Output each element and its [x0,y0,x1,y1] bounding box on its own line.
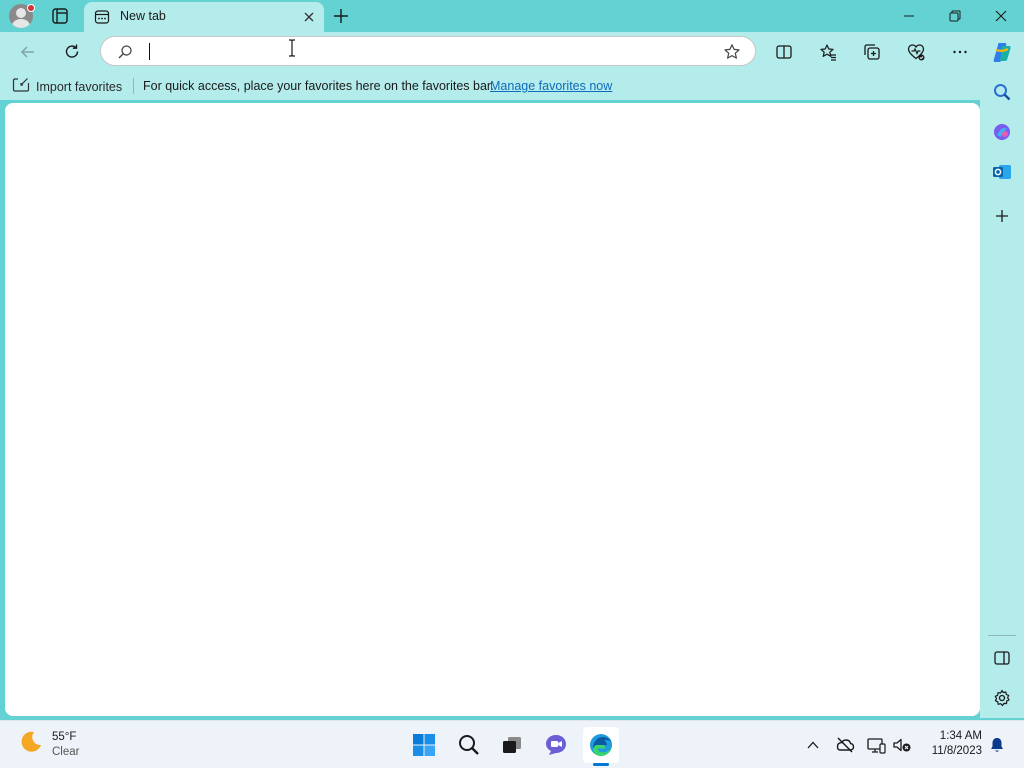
new-tab-button[interactable] [331,6,351,26]
address-input[interactable] [153,41,713,61]
import-favorites-button[interactable]: Import favorites [12,77,122,96]
search-icon [117,44,133,60]
clock-time: 1:34 AM [939,730,982,742]
volume-muted-icon[interactable] [892,735,912,755]
back-button[interactable] [14,38,42,66]
network-icon[interactable] [866,735,886,755]
split-screen-button[interactable] [770,38,798,66]
tab-title: New tab [120,9,166,23]
taskbar-search-button[interactable] [451,727,487,763]
close-tab-icon[interactable] [302,10,316,24]
tab-new-tab[interactable]: New tab [84,2,324,32]
weather-condition: Clear [52,745,80,758]
minimize-button[interactable] [886,0,932,32]
refresh-button[interactable] [58,38,86,66]
sidebar-settings-icon[interactable] [990,686,1014,710]
start-button[interactable] [406,727,442,763]
import-icon [12,77,30,96]
notification-dot [27,4,35,12]
sidebar-divider [988,635,1016,636]
notification-bell-icon[interactable] [987,735,1007,755]
title-bar: New tab [0,0,1024,32]
onedrive-offline-icon[interactable] [835,735,855,755]
sidebar-search-icon[interactable] [990,80,1014,104]
copilot-button[interactable] [988,38,1016,66]
new-tab-page-icon [94,9,110,25]
address-bar[interactable] [100,36,756,66]
sidebar-add-icon[interactable] [990,204,1014,228]
active-app-indicator [593,763,609,766]
navigation-toolbar [0,32,1024,72]
manage-favorites-link[interactable]: Manage favorites now [490,79,612,93]
i-beam-cursor-icon [287,39,297,57]
taskbar: 55°F Clear 1:34 AM 11/8/2023 [0,720,1024,768]
more-options-button[interactable] [946,38,974,66]
close-window-button[interactable] [978,0,1024,32]
collections-button[interactable] [858,38,886,66]
favorites-bar: Import favorites For quick access, place… [0,72,1024,100]
favorite-star-icon[interactable] [723,43,741,61]
teams-chat-button[interactable] [538,727,574,763]
clock-date: 11/8/2023 [931,745,982,757]
restore-button[interactable] [932,0,978,32]
page-content[interactable] [5,103,980,716]
tab-actions-icon[interactable] [50,6,70,26]
edge-taskbar-button[interactable] [583,727,619,763]
sidebar-outlook-icon[interactable] [990,160,1014,184]
favorites-button[interactable] [814,38,842,66]
edge-sidebar [980,72,1024,718]
hide-sidebar-icon[interactable] [990,646,1014,670]
divider [133,78,134,94]
text-caret [149,43,150,60]
weather-temperature: 55°F [52,730,77,743]
favorites-bar-message: For quick access, place your favorites h… [143,79,494,93]
task-view-button[interactable] [494,727,530,763]
moon-icon [18,729,44,760]
clock[interactable]: 1:34 AM 11/8/2023 [918,729,982,759]
weather-widget[interactable]: 55°F Clear [18,729,79,760]
show-hidden-icons-chevron-icon[interactable] [803,735,823,755]
sidebar-copilot-icon[interactable] [990,120,1014,144]
browser-essentials-button[interactable] [902,38,930,66]
import-favorites-label: Import favorites [36,79,123,94]
